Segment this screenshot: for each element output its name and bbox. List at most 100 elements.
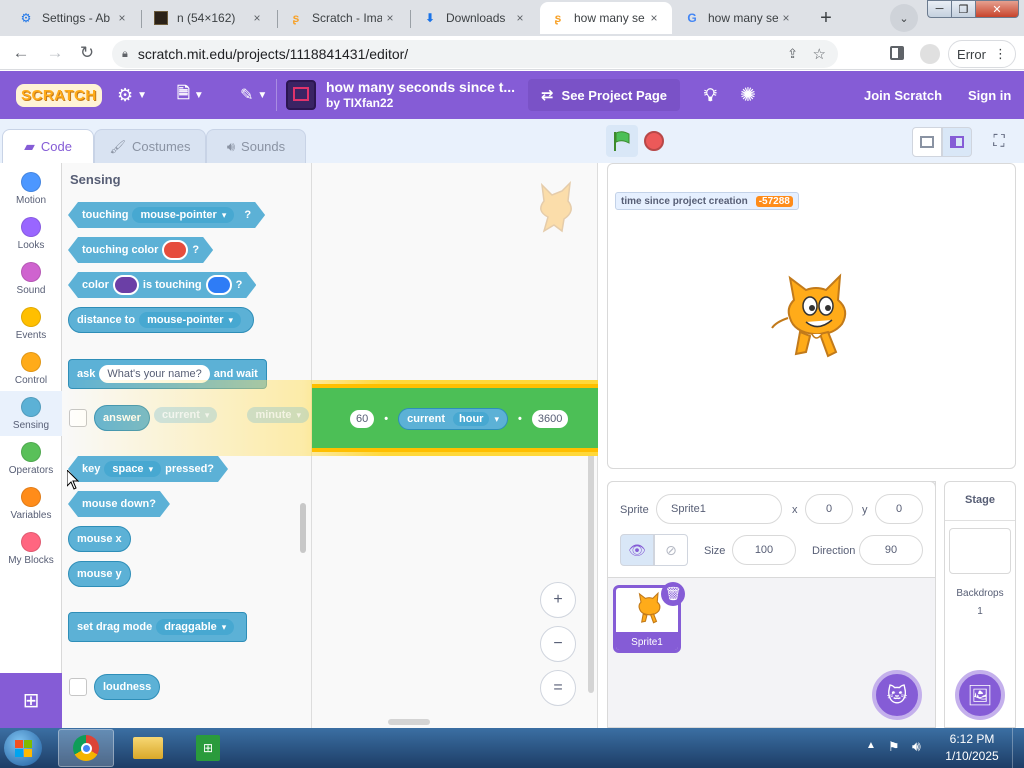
edit-menu[interactable]: ✎ ▼ bbox=[240, 71, 267, 119]
block-set-drag-mode[interactable]: set drag mode draggable bbox=[68, 612, 248, 642]
clock-time[interactable]: 6:12 PM bbox=[936, 732, 1008, 746]
lightbulb-icon[interactable]: 💡︎ bbox=[704, 71, 717, 119]
scratch-cat-sprite[interactable] bbox=[770, 270, 856, 367]
tab-scratch-project[interactable]: ʂ how many se × bbox=[540, 2, 672, 34]
add-extension-button[interactable]: ⊞ bbox=[0, 673, 62, 728]
fullscreen-button[interactable]: ⛶ bbox=[984, 127, 1014, 157]
project-title[interactable]: how many seconds since t... bbox=[326, 79, 515, 95]
category-events[interactable]: Events bbox=[0, 301, 62, 346]
show-desktop-button[interactable] bbox=[1012, 728, 1024, 768]
block-mouse-x[interactable]: mouse x bbox=[68, 526, 131, 552]
category-sound[interactable]: Sound bbox=[0, 256, 62, 301]
script-horizontal-scrollbar[interactable] bbox=[388, 719, 430, 725]
start-button[interactable] bbox=[4, 730, 42, 766]
category-control[interactable]: Control bbox=[0, 346, 62, 391]
small-stage-button[interactable] bbox=[912, 127, 942, 157]
block-key-pressed[interactable]: key space pressed? bbox=[68, 456, 228, 482]
sensing-dropdown[interactable]: current hour bbox=[398, 408, 508, 430]
large-stage-button[interactable] bbox=[942, 127, 972, 157]
color-swatch[interactable] bbox=[162, 240, 188, 260]
tab-close-icon[interactable]: × bbox=[249, 11, 265, 25]
minimize-button[interactable]: ─ bbox=[927, 0, 952, 18]
block-touching[interactable]: touching mouse-pointer ? bbox=[68, 202, 265, 228]
tab-close-icon[interactable]: × bbox=[778, 11, 794, 25]
block-dropdown[interactable]: draggable bbox=[156, 619, 235, 635]
color-swatch[interactable] bbox=[113, 275, 139, 295]
tab-close-icon[interactable]: × bbox=[512, 11, 528, 25]
network-icon[interactable]: ⚑ bbox=[888, 739, 900, 755]
backdrop-thumbnail[interactable] bbox=[949, 528, 1011, 574]
choose-backdrop-button[interactable]: 🖼︎ bbox=[955, 670, 1005, 720]
category-sensing[interactable]: Sensing bbox=[0, 391, 62, 436]
error-button[interactable]: Error ⋮ bbox=[948, 40, 1016, 68]
tab-search-button[interactable]: ⌄ bbox=[890, 4, 918, 32]
category-my-blocks[interactable]: My Blocks bbox=[0, 526, 62, 571]
project-author[interactable]: by TIXfan22 bbox=[326, 96, 393, 110]
settings-menu[interactable]: ⚙ ▼ bbox=[117, 71, 147, 119]
color-swatch[interactable] bbox=[206, 275, 232, 295]
star-icon[interactable]: ☆ bbox=[813, 45, 826, 63]
tab-scratch-images[interactable]: ʂ Scratch - Ima × bbox=[278, 2, 408, 34]
y-input[interactable]: 0 bbox=[875, 494, 923, 524]
variable-monitor[interactable]: time since project creation -57288 bbox=[615, 192, 799, 210]
taskbar-chrome[interactable] bbox=[58, 729, 114, 767]
block-color-touching[interactable]: color is touching ? bbox=[68, 272, 256, 298]
side-panel-button[interactable] bbox=[884, 41, 910, 65]
tab-sounds[interactable]: 🔊︎ Sounds bbox=[206, 129, 306, 163]
zoom-in-button[interactable]: + bbox=[540, 582, 576, 618]
block-dropdown[interactable]: space bbox=[104, 461, 161, 477]
zoom-reset-button[interactable]: = bbox=[540, 670, 576, 706]
maximize-button[interactable]: ❐ bbox=[951, 0, 976, 18]
taskbar-explorer[interactable] bbox=[122, 729, 174, 767]
tab-settings[interactable]: ⚙ Settings - Ab × bbox=[8, 2, 140, 34]
debug-icon[interactable]: ✺ bbox=[740, 71, 756, 119]
share-icon[interactable]: ⇪ bbox=[787, 46, 798, 62]
direction-input[interactable]: 90 bbox=[859, 535, 923, 565]
taskbar-store[interactable]: ⊞ bbox=[182, 729, 234, 767]
close-window-button[interactable]: ✕ bbox=[975, 0, 1019, 18]
green-flag-button[interactable] bbox=[606, 125, 638, 157]
palette-scrollbar[interactable] bbox=[300, 503, 306, 553]
block-touching-color[interactable]: touching color ? bbox=[68, 237, 213, 263]
delete-sprite-button[interactable]: 🗑︎ bbox=[661, 582, 685, 606]
block-distance-to[interactable]: distance to mouse-pointer bbox=[68, 307, 255, 333]
volume-icon[interactable]: 🔊︎ bbox=[912, 738, 921, 755]
reload-button[interactable]: ↻ bbox=[74, 41, 100, 65]
choose-sprite-button[interactable]: 🐱︎ bbox=[872, 670, 922, 720]
show-sprite-button[interactable]: 👁︎ bbox=[620, 534, 654, 566]
forward-button[interactable]: → bbox=[42, 41, 68, 65]
file-menu[interactable]: 🗎︎ ▼ bbox=[177, 71, 204, 119]
x-input[interactable]: 0 bbox=[805, 494, 853, 524]
tab-google-search[interactable]: G how many se × bbox=[674, 2, 804, 34]
block-dropdown[interactable]: mouse-pointer bbox=[132, 207, 234, 223]
new-tab-button[interactable]: + bbox=[812, 4, 840, 32]
address-bar[interactable]: 🔒︎ scratch.mit.edu/projects/1118841431/e… bbox=[112, 40, 838, 68]
see-project-page-button[interactable]: ⇄ See Project Page bbox=[528, 79, 680, 111]
back-button[interactable]: ← bbox=[8, 41, 34, 65]
tray-chevron-icon[interactable]: ▲ bbox=[866, 740, 876, 751]
zoom-out-button[interactable]: − bbox=[540, 626, 576, 662]
stop-button[interactable] bbox=[644, 131, 664, 151]
script-vertical-scrollbar[interactable] bbox=[588, 423, 594, 693]
block-mouse-y[interactable]: mouse y bbox=[68, 561, 131, 587]
block-dropdown[interactable]: mouse-pointer bbox=[139, 312, 242, 328]
number-input[interactable]: 60 bbox=[350, 410, 375, 428]
loudness-checkbox[interactable] bbox=[69, 678, 87, 696]
scratch-logo[interactable]: SCRATCH bbox=[16, 71, 102, 119]
tab-costumes[interactable]: 🖌︎ Costumes bbox=[94, 129, 206, 163]
block-mouse-down[interactable]: mouse down? bbox=[68, 491, 170, 517]
tab-close-icon[interactable]: × bbox=[646, 11, 662, 25]
tab-downloads[interactable]: ⬇ Downloads × bbox=[412, 2, 538, 34]
size-input[interactable]: 100 bbox=[732, 535, 796, 565]
category-motion[interactable]: Motion bbox=[0, 166, 62, 211]
hide-sprite-button[interactable]: ⊘ bbox=[654, 534, 688, 566]
clock-date[interactable]: 1/10/2025 bbox=[936, 749, 1008, 763]
sign-in-link[interactable]: Sign in bbox=[968, 71, 1011, 119]
category-variables[interactable]: Variables bbox=[0, 481, 62, 526]
profile-icon[interactable] bbox=[920, 44, 940, 64]
tab-close-icon[interactable]: × bbox=[382, 11, 398, 25]
category-looks[interactable]: Looks bbox=[0, 211, 62, 256]
join-scratch-link[interactable]: Join Scratch bbox=[864, 71, 942, 119]
tab-close-icon[interactable]: × bbox=[114, 11, 130, 25]
tab-code[interactable]: ▰ Code bbox=[2, 129, 94, 163]
